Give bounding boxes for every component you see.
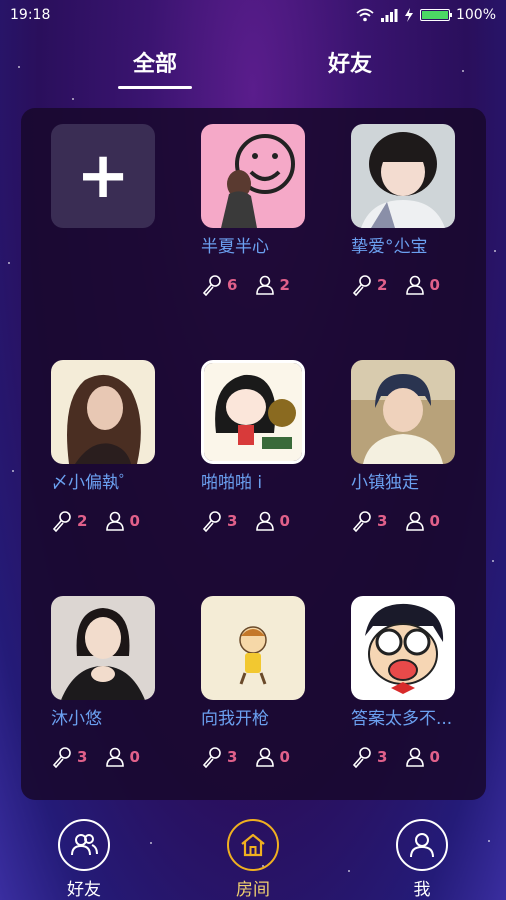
- nav-me[interactable]: 我: [382, 815, 462, 900]
- people-count: 0: [429, 512, 440, 530]
- microphone-icon: [352, 747, 371, 768]
- people-count: 2: [279, 276, 290, 294]
- tab-friends[interactable]: 好友: [295, 46, 405, 78]
- nav-rooms[interactable]: 房间: [213, 815, 293, 900]
- tab-all-label: 全部: [132, 52, 177, 77]
- room-card[interactable]: 沐小悠 3 0: [51, 596, 191, 796]
- nav-rooms-label: 房间: [236, 880, 270, 900]
- person-icon: [256, 747, 275, 767]
- person-icon: [256, 511, 275, 531]
- people-count: 0: [429, 276, 440, 294]
- room-stats: 3 0: [201, 746, 290, 768]
- friends-icon[interactable]: [58, 819, 110, 871]
- microphone-icon: [202, 275, 221, 296]
- room-stats: 6 2: [201, 274, 290, 296]
- room-card[interactable]: 答案太多不... 3 0: [351, 596, 491, 796]
- signal-icon: [380, 9, 398, 22]
- person-icon: [406, 511, 425, 531]
- person-icon: [406, 747, 425, 767]
- add-room-button[interactable]: +: [51, 124, 191, 324]
- room-avatar[interactable]: [201, 596, 305, 700]
- microphone-icon: [352, 275, 371, 296]
- room-name: 挚爱°尐宝: [351, 237, 428, 257]
- room-grid-panel: + 半夏半心 6 2 挚爱°尐宝 2 0 〆小偏執゜ 2 0 啪啪啪 i 3 0…: [21, 108, 486, 800]
- microphone-icon: [52, 511, 71, 532]
- nav-me-label: 我: [413, 880, 431, 900]
- person-icon: [406, 275, 425, 295]
- room-name: 〆小偏執゜: [51, 473, 136, 493]
- room-card[interactable]: 〆小偏執゜ 2 0: [51, 360, 191, 560]
- mic-count: 3: [77, 748, 88, 766]
- room-name: 沐小悠: [51, 709, 102, 729]
- home-icon[interactable]: [227, 819, 279, 871]
- person-icon: [106, 511, 125, 531]
- room-stats: 3 0: [351, 510, 440, 532]
- room-avatar[interactable]: [351, 596, 455, 700]
- add-room-tile[interactable]: +: [51, 124, 155, 228]
- user-icon[interactable]: [396, 819, 448, 871]
- person-icon: [106, 747, 125, 767]
- mic-count: 2: [77, 512, 88, 530]
- mic-count: 2: [377, 276, 388, 294]
- mic-count: 3: [377, 748, 388, 766]
- bottom-nav: 好友 房间 我: [0, 815, 506, 900]
- mic-count: 3: [377, 512, 388, 530]
- room-name: 答案太多不...: [351, 709, 453, 729]
- people-count: 0: [279, 512, 290, 530]
- room-avatar[interactable]: [351, 360, 455, 464]
- room-avatar[interactable]: [51, 360, 155, 464]
- room-avatar[interactable]: [51, 596, 155, 700]
- person-icon: [256, 275, 275, 295]
- people-count: 0: [129, 748, 140, 766]
- tab-active-indicator: [118, 86, 192, 89]
- mic-count: 6: [227, 276, 238, 294]
- room-card[interactable]: 挚爱°尐宝 2 0: [351, 124, 491, 324]
- nav-friends[interactable]: 好友: [44, 815, 124, 900]
- room-name: 半夏半心: [201, 237, 269, 257]
- people-count: 0: [129, 512, 140, 530]
- people-count: 0: [429, 748, 440, 766]
- mic-count: 3: [227, 512, 238, 530]
- microphone-icon: [202, 511, 221, 532]
- microphone-icon: [52, 747, 71, 768]
- room-name: 小镇独走: [351, 473, 419, 493]
- room-avatar[interactable]: [351, 124, 455, 228]
- room-stats: 2 0: [351, 274, 440, 296]
- plus-icon: +: [76, 139, 130, 213]
- room-card[interactable]: 向我开枪 3 0: [201, 596, 341, 796]
- status-time: 19:18: [10, 7, 51, 23]
- room-card[interactable]: 啪啪啪 i 3 0: [201, 360, 341, 560]
- status-bar: 19:18 100%: [0, 0, 506, 30]
- tab-friends-label: 好友: [327, 52, 372, 77]
- microphone-icon: [202, 747, 221, 768]
- wifi-icon: [356, 8, 374, 22]
- people-count: 0: [279, 748, 290, 766]
- room-name: 向我开枪: [201, 709, 269, 729]
- room-avatar[interactable]: [201, 360, 305, 464]
- room-stats: 3 0: [201, 510, 290, 532]
- tab-bar: 全部 好友: [0, 46, 506, 90]
- room-name: 啪啪啪 i: [201, 473, 263, 493]
- room-card[interactable]: 半夏半心 6 2: [201, 124, 341, 324]
- microphone-icon: [352, 511, 371, 532]
- tab-all[interactable]: 全部: [100, 46, 210, 89]
- room-stats: 3 0: [351, 746, 440, 768]
- room-stats: 2 0: [51, 510, 140, 532]
- room-avatar[interactable]: [201, 124, 305, 228]
- battery-percent: 100%: [455, 7, 496, 23]
- charging-icon: [404, 8, 413, 22]
- room-card[interactable]: 小镇独走 3 0: [351, 360, 491, 560]
- mic-count: 3: [227, 748, 238, 766]
- room-stats: 3 0: [51, 746, 140, 768]
- battery-icon: [419, 9, 452, 21]
- nav-friends-label: 好友: [67, 880, 101, 900]
